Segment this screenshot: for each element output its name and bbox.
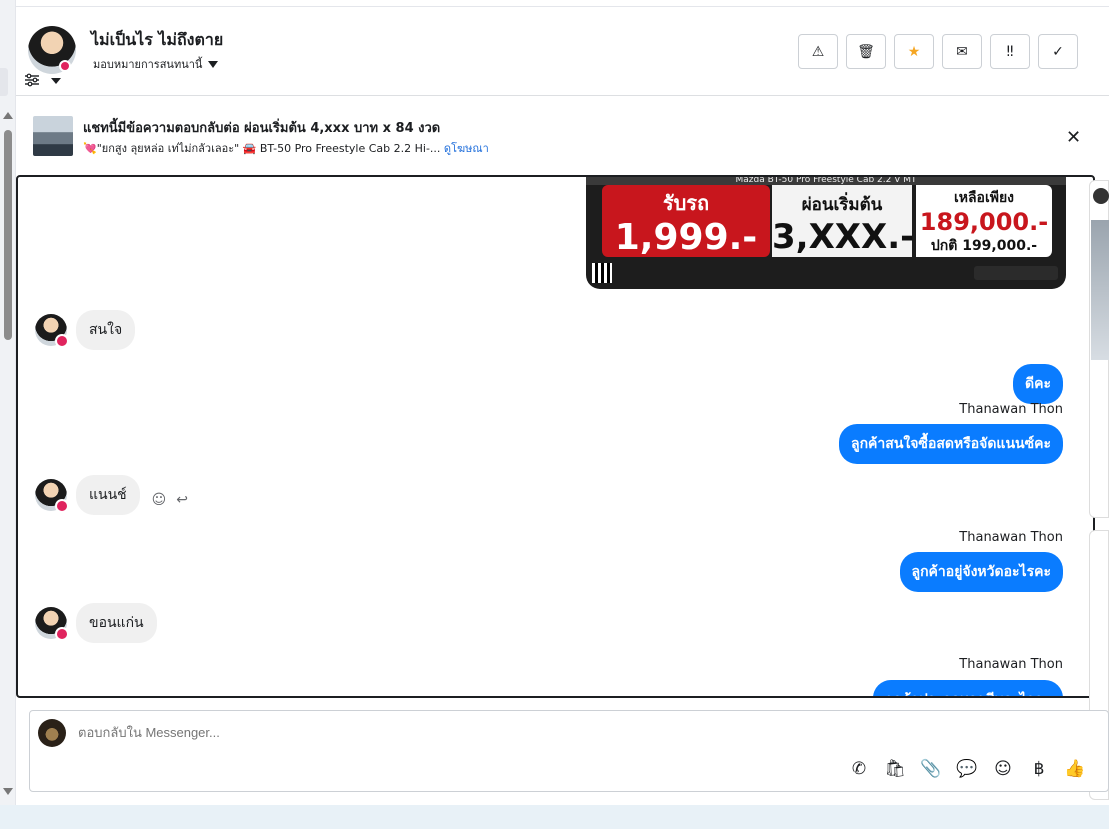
messenger-inbox: ไม่เป็นไร ไม่ถึงตาย มอบหมายการสนทนานี้ ⚠… [0, 0, 1109, 829]
warning-icon: ⚠ [811, 43, 825, 60]
ad-title: แชทนี้มีข้อความตอบกลับต่อ ผ่อนเริ่มต้น 4… [83, 121, 441, 136]
message-reactions: ☺ ↩ [152, 492, 188, 508]
conversation-header: ไม่เป็นไร ไม่ถึงตาย มอบหมายการสนทนานี้ ⚠… [16, 8, 1109, 96]
incoming-message: แนนช์ ☺ ↩ [35, 475, 188, 515]
sender-name: Thanawan Thon [959, 657, 1063, 672]
mark-done-button[interactable]: ✓ [1038, 34, 1078, 69]
banner-mid-price: 3,XXX.- [772, 217, 915, 257]
page-avatar [38, 719, 66, 747]
reply-icon[interactable]: ↩ [176, 492, 188, 508]
outgoing-message[interactable]: ลูกค้าอยู่จังหวัดอะไรคะ [899, 552, 1063, 592]
warning-button[interactable]: ⚠ [798, 34, 838, 69]
sender-name: Thanawan Thon [959, 402, 1063, 417]
follow-up-button[interactable]: ‼ [990, 34, 1030, 69]
banner-installment: ผ่อนเริ่มต้น 3,XXX.- [772, 185, 915, 257]
phone-icon[interactable]: ✆ [848, 759, 870, 779]
banner-top-text: Mazda BT-50 Pro Freestyle Cab 2.2 V MT [586, 177, 1066, 185]
close-icon[interactable]: ✕ [1066, 127, 1081, 148]
ad-subtitle-text: 💘"ยกสูง ลุยหล่อ เท่ไม่กลัวเลอะ" 🚘 BT-50 … [83, 142, 441, 155]
banner-down-payment: รับรถ 1,999.- [602, 185, 770, 257]
left-scroll-strip [0, 0, 16, 805]
contact-avatar-small [35, 314, 69, 348]
bottom-strip [0, 805, 1109, 829]
banner-red-label: รับรถ [662, 191, 710, 215]
filter-settings-icon[interactable] [24, 73, 40, 87]
banner-mid-label: ผ่อนเริ่มต้น [801, 195, 883, 215]
ad-subtitle: 💘"ยกสูง ลุยหล่อ เท่ไม่กลัวเลอะ" 🚘 BT-50 … [83, 139, 489, 157]
scroll-up-arrow-icon[interactable] [3, 112, 13, 119]
incoming-message: ขอนแก่น [35, 603, 157, 643]
check-icon: ✓ [1052, 43, 1064, 60]
message-bubble[interactable]: ขอนแก่น [76, 603, 157, 643]
dealer-logo [974, 266, 1058, 280]
assign-conversation-dropdown[interactable]: มอบหมายการสนทนานี้ [93, 55, 219, 73]
incoming-message: สนใจ [35, 310, 136, 350]
qr-code-icon [592, 263, 612, 283]
banner-price: เหลือเพียง 189,000.- ปกติ 199,000.- [916, 185, 1052, 257]
follow-up-icon: ‼ [1006, 43, 1014, 60]
banner-red-price: 1,999.- [614, 217, 758, 258]
banner-right-label: เหลือเพียง [953, 190, 1015, 206]
caret-down-icon [208, 60, 219, 68]
outgoing-message[interactable]: ลูกค้าประกอบอาชีพอะไรคะ [872, 680, 1063, 696]
message-bubble[interactable]: แนนช์ [76, 475, 140, 515]
message-composer: ✆ 🛍 📎 💬 ☺ ฿ 👍 [29, 710, 1109, 792]
contact-avatar-small [35, 479, 69, 513]
outgoing-message[interactable]: ดีคะ [1013, 364, 1063, 404]
emoji-icon[interactable]: ☺ [992, 759, 1014, 779]
ad-image-message[interactable]: Mazda BT-50 Pro Freestyle Cab 2.2 V MT ร… [586, 177, 1066, 289]
emoji-reaction-icon[interactable]: ☺ [152, 492, 167, 508]
scroll-down-arrow-icon[interactable] [3, 788, 13, 795]
reply-input[interactable] [78, 725, 678, 740]
message-bubble[interactable]: สนใจ [76, 310, 136, 350]
attachment-icon[interactable]: 📎 [920, 759, 942, 779]
composer-tools: ✆ 🛍 📎 💬 ☺ ฿ 👍 [848, 759, 1086, 779]
ad-context-bar: แชทนี้มีข้อความตอบกลับต่อ ผ่อนเริ่มต้น 4… [16, 97, 1109, 173]
right-panel-avatar [1093, 188, 1109, 204]
sender-name: Thanawan Thon [959, 530, 1063, 545]
star-button[interactable]: ★ [894, 34, 934, 69]
trash-icon: 🗑 [857, 43, 875, 60]
status-badge [59, 60, 71, 72]
baht-icon[interactable]: ฿ [1028, 759, 1050, 779]
view-ad-link[interactable]: ดูโฆษณา [444, 142, 489, 155]
header-actions: ⚠ 🗑 ★ ✉ ‼ ✓ [798, 34, 1078, 69]
ad-thumbnail[interactable] [33, 116, 73, 156]
star-icon: ★ [907, 43, 921, 60]
outgoing-message[interactable]: ลูกค้าสนใจซื้อสดหรือจัดแนนซ์คะ [839, 424, 1063, 464]
banner-right-price: 189,000.- [919, 208, 1049, 236]
filter-dropdown-icon[interactable] [51, 78, 61, 84]
message-thread[interactable]: Mazda BT-50 Pro Freestyle Cab 2.2 V MT ร… [16, 175, 1095, 698]
right-panel-image [1091, 220, 1109, 360]
left-tab-marker [0, 68, 8, 96]
scrollbar-thumb[interactable] [4, 130, 12, 340]
banner-right-normal: ปกติ 199,000.- [930, 238, 1038, 254]
chat-bubble-icon[interactable]: 💬 [956, 759, 978, 779]
assign-label: มอบหมายการสนทนานี้ [93, 58, 203, 71]
top-divider [0, 6, 1109, 7]
contact-name: ไม่เป็นไร ไม่ถึงตาย [91, 30, 224, 49]
thumbs-up-icon[interactable]: 👍 [1064, 759, 1086, 779]
shopping-bag-icon[interactable]: 🛍 [884, 759, 906, 779]
delete-button[interactable]: 🗑 [846, 34, 886, 69]
mail-icon: ✉ [956, 43, 968, 60]
mark-unread-button[interactable]: ✉ [942, 34, 982, 69]
contact-avatar-small [35, 607, 69, 641]
